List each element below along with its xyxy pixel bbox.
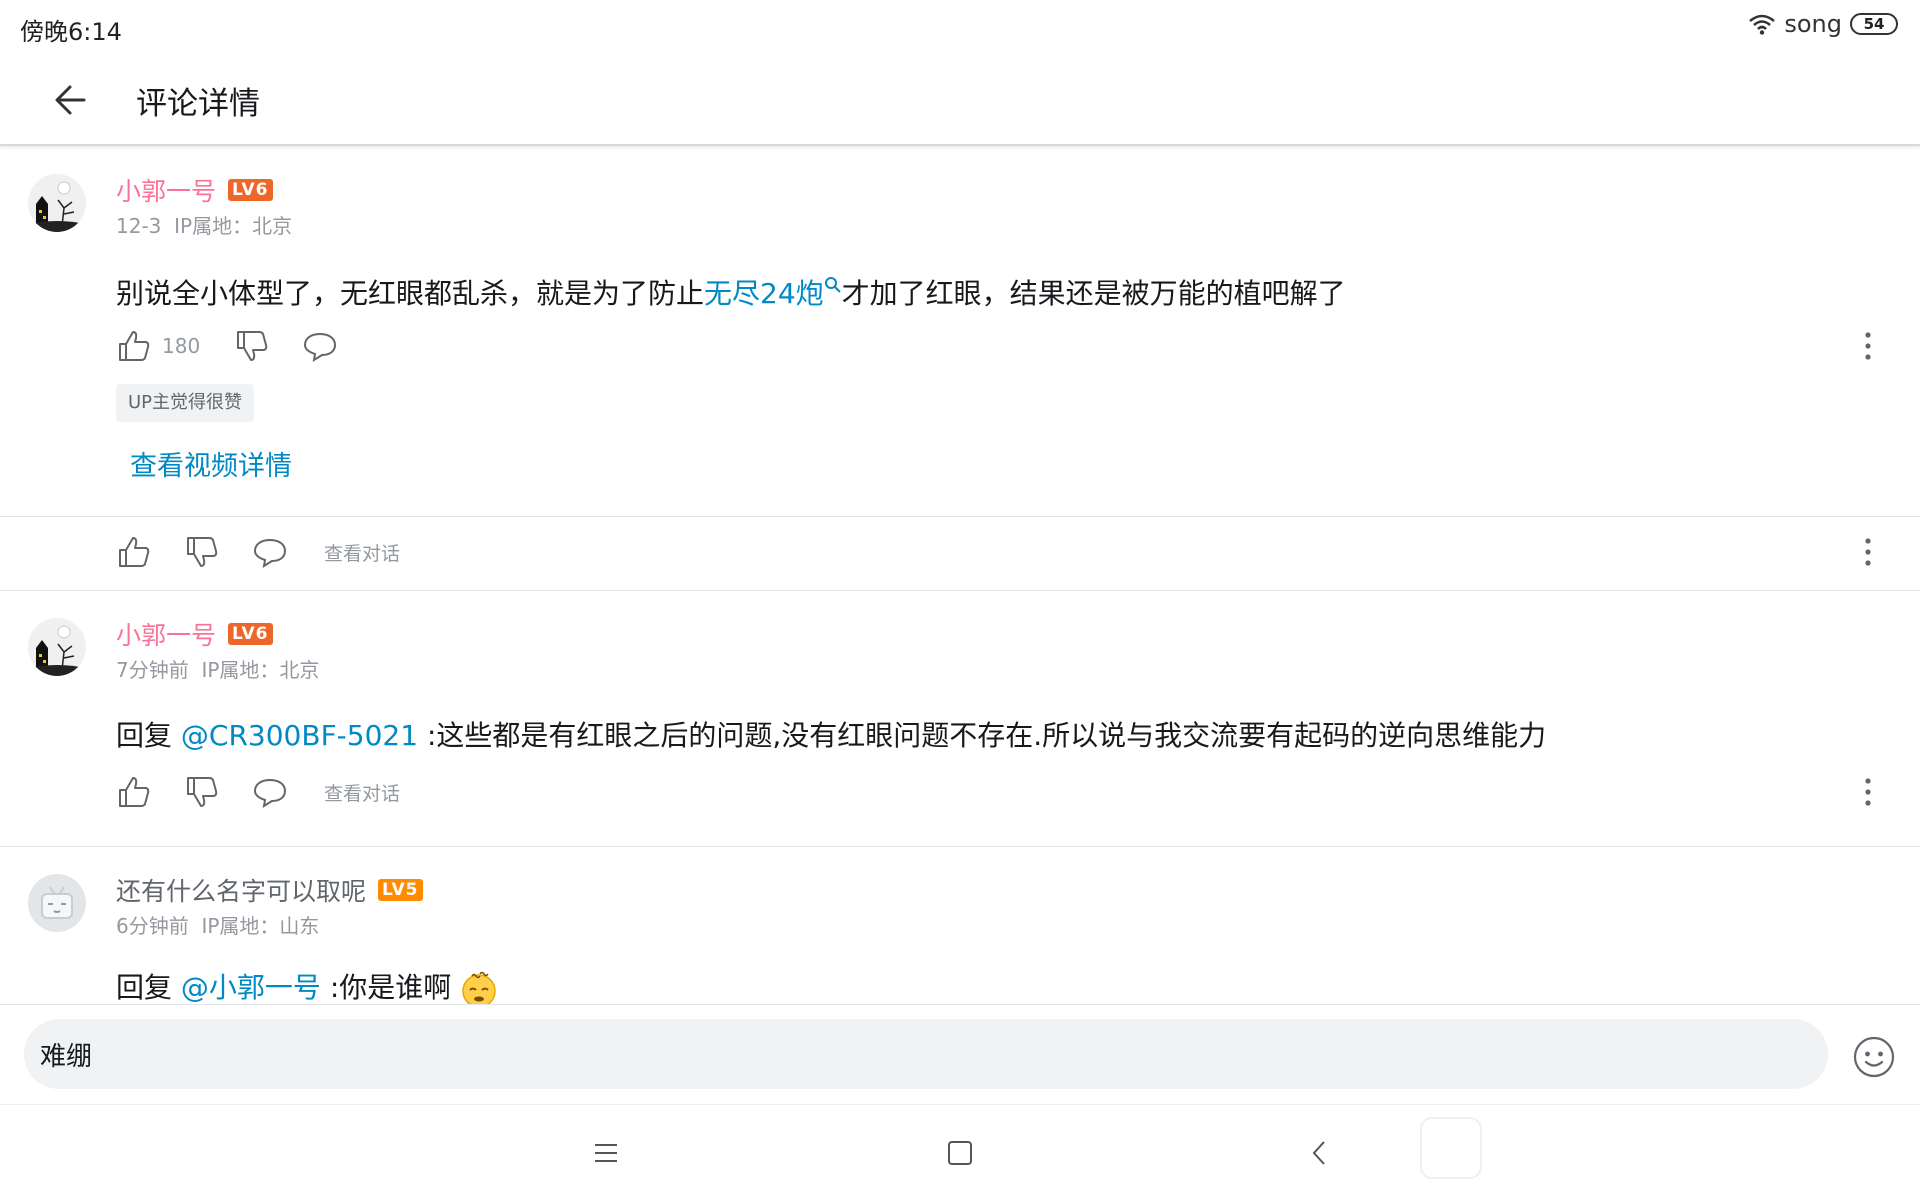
- menu-icon: [595, 1144, 617, 1162]
- nav-home-button[interactable]: [940, 1133, 980, 1173]
- reply-content: 回复 @小郭一号 :你是谁啊: [116, 966, 498, 1004]
- wifi-icon: [1749, 14, 1776, 35]
- comment-username[interactable]: 小郭一号 LV6: [116, 172, 273, 208]
- thumbs-down-icon[interactable]: [184, 534, 220, 570]
- content-text-before: 别说全小体型了，无红眼都乱杀，就是为了防止: [116, 277, 705, 310]
- reply-actions: 查看对话: [116, 774, 400, 810]
- app-header: 评论详情: [0, 52, 1920, 146]
- emoji-button[interactable]: [1852, 1035, 1896, 1079]
- comment-ip: IP属地：北京: [174, 214, 293, 238]
- comment-bubble-icon[interactable]: [302, 328, 338, 364]
- keyword-text: 无尽24炮: [704, 277, 824, 310]
- thumbs-up-icon[interactable]: [116, 774, 152, 810]
- more-options-button[interactable]: [1860, 536, 1876, 568]
- reply-text: :你是谁啊: [320, 971, 452, 1004]
- level-badge: LV6: [228, 179, 273, 201]
- view-conversation-link[interactable]: 查看对话: [324, 779, 400, 806]
- nav-menu-button[interactable]: [586, 1133, 626, 1173]
- reply-content: 回复 @CR300BF-5021 :这些都是有红眼之后的问题,没有红眼问题不存在…: [116, 714, 1546, 754]
- username-text: 小郭一号: [116, 621, 217, 650]
- avatar-night-house-image: [28, 174, 86, 232]
- status-time: 傍晚6:14: [20, 18, 122, 46]
- battery-indicator: 54: [1850, 13, 1898, 35]
- reply-input-bar: [0, 1004, 1920, 1104]
- reply-time: 6分钟前: [116, 914, 189, 938]
- floating-app-ghost-icon: [1420, 1117, 1482, 1179]
- avatar[interactable]: [28, 174, 86, 232]
- reply-ip: IP属地：山东: [201, 914, 320, 938]
- level-badge: LV6: [228, 623, 273, 645]
- default-tv-avatar-icon: [28, 874, 86, 932]
- like-count: 180: [162, 334, 201, 358]
- level-badge: LV5: [378, 879, 423, 901]
- reply-prefix: 回复: [116, 719, 173, 752]
- thumbs-down-icon[interactable]: [234, 328, 270, 364]
- home-square-icon: [948, 1141, 972, 1165]
- root-actions: 查看对话: [116, 534, 400, 570]
- comment-date: 12-3: [116, 214, 162, 238]
- carrier-name: song: [1784, 10, 1842, 38]
- chevron-left-icon: [1312, 1141, 1325, 1165]
- reply-input[interactable]: [24, 1019, 1828, 1089]
- avatar[interactable]: [28, 618, 86, 676]
- reply-meta: 7分钟前 IP属地：北京: [116, 654, 319, 683]
- reply-prefix: 回复: [116, 971, 173, 1004]
- nav-back-button[interactable]: [1300, 1133, 1340, 1173]
- system-navigation-bar: [0, 1104, 1920, 1200]
- reply-item: 还有什么名字可以取呢 LV5 6分钟前 IP属地：山东 回复 @小郭一号 :你是…: [0, 846, 1920, 1004]
- more-options-button[interactable]: [1860, 776, 1876, 808]
- reply-ip: IP属地：北京: [201, 658, 320, 682]
- page-title: 评论详情: [136, 86, 260, 122]
- dizzy-face-emoji: [462, 971, 496, 1004]
- view-video-details-link[interactable]: 查看视频详情: [130, 444, 292, 483]
- root-comment: 小郭一号 LV6 12-3 IP属地：北京 别说全小体型了，无红眼都乱杀，就是为…: [0, 146, 1920, 516]
- comment-content: 别说全小体型了，无红眼都乱杀，就是为了防止无尽24炮 才加了红眼，结果还是被万能的…: [116, 272, 1346, 312]
- comment-actions: 180: [116, 328, 338, 364]
- up-liked-tag: UP主觉得很赞: [116, 384, 255, 422]
- reply-item: 小郭一号 LV6 7分钟前 IP属地：北京 回复 @CR300BF-5021 :…: [0, 590, 1920, 846]
- reply-username[interactable]: 小郭一号 LV6: [116, 616, 273, 652]
- keyword-search-link[interactable]: 无尽24炮: [704, 277, 842, 310]
- status-bar: 傍晚6:14 song 54: [0, 0, 1920, 52]
- avatar-night-house-image: [28, 618, 86, 676]
- mention-link[interactable]: @小郭一号: [181, 971, 321, 1004]
- comment-meta: 12-3 IP属地：北京: [116, 210, 292, 239]
- mention-link[interactable]: @CR300BF-5021: [181, 719, 418, 752]
- more-vertical-icon: [1865, 332, 1871, 360]
- more-options-button[interactable]: [1860, 330, 1876, 362]
- search-icon: [824, 277, 841, 293]
- content-text-after: 才加了红眼，结果还是被万能的植吧解了: [841, 277, 1346, 310]
- more-vertical-icon: [1865, 778, 1871, 806]
- comment-bubble-icon[interactable]: [252, 774, 288, 810]
- comment-bubble-icon[interactable]: [252, 534, 288, 570]
- arrow-left-icon: [55, 85, 86, 115]
- status-indicators: song 54: [1748, 10, 1898, 38]
- username-text: 还有什么名字可以取呢: [116, 877, 367, 906]
- reply-text: :这些都是有红眼之后的问题,没有红眼问题不存在.所以说与我交流要有起码的逆向思维…: [418, 719, 1547, 752]
- smiley-icon: [1853, 1036, 1895, 1078]
- thumbs-up-icon[interactable]: [116, 328, 152, 364]
- reply-meta: 6分钟前 IP属地：山东: [116, 910, 319, 939]
- username-text: 小郭一号: [116, 177, 217, 206]
- root-action-bar: 查看对话: [0, 516, 1920, 590]
- more-vertical-icon: [1865, 538, 1871, 566]
- thumbs-up-icon[interactable]: [116, 534, 152, 570]
- reply-username[interactable]: 还有什么名字可以取呢 LV5: [116, 872, 423, 908]
- reply-time: 7分钟前: [116, 658, 189, 682]
- back-button[interactable]: [48, 78, 96, 122]
- avatar[interactable]: [28, 874, 86, 932]
- thumbs-down-icon[interactable]: [184, 774, 220, 810]
- view-conversation-link[interactable]: 查看对话: [324, 539, 400, 566]
